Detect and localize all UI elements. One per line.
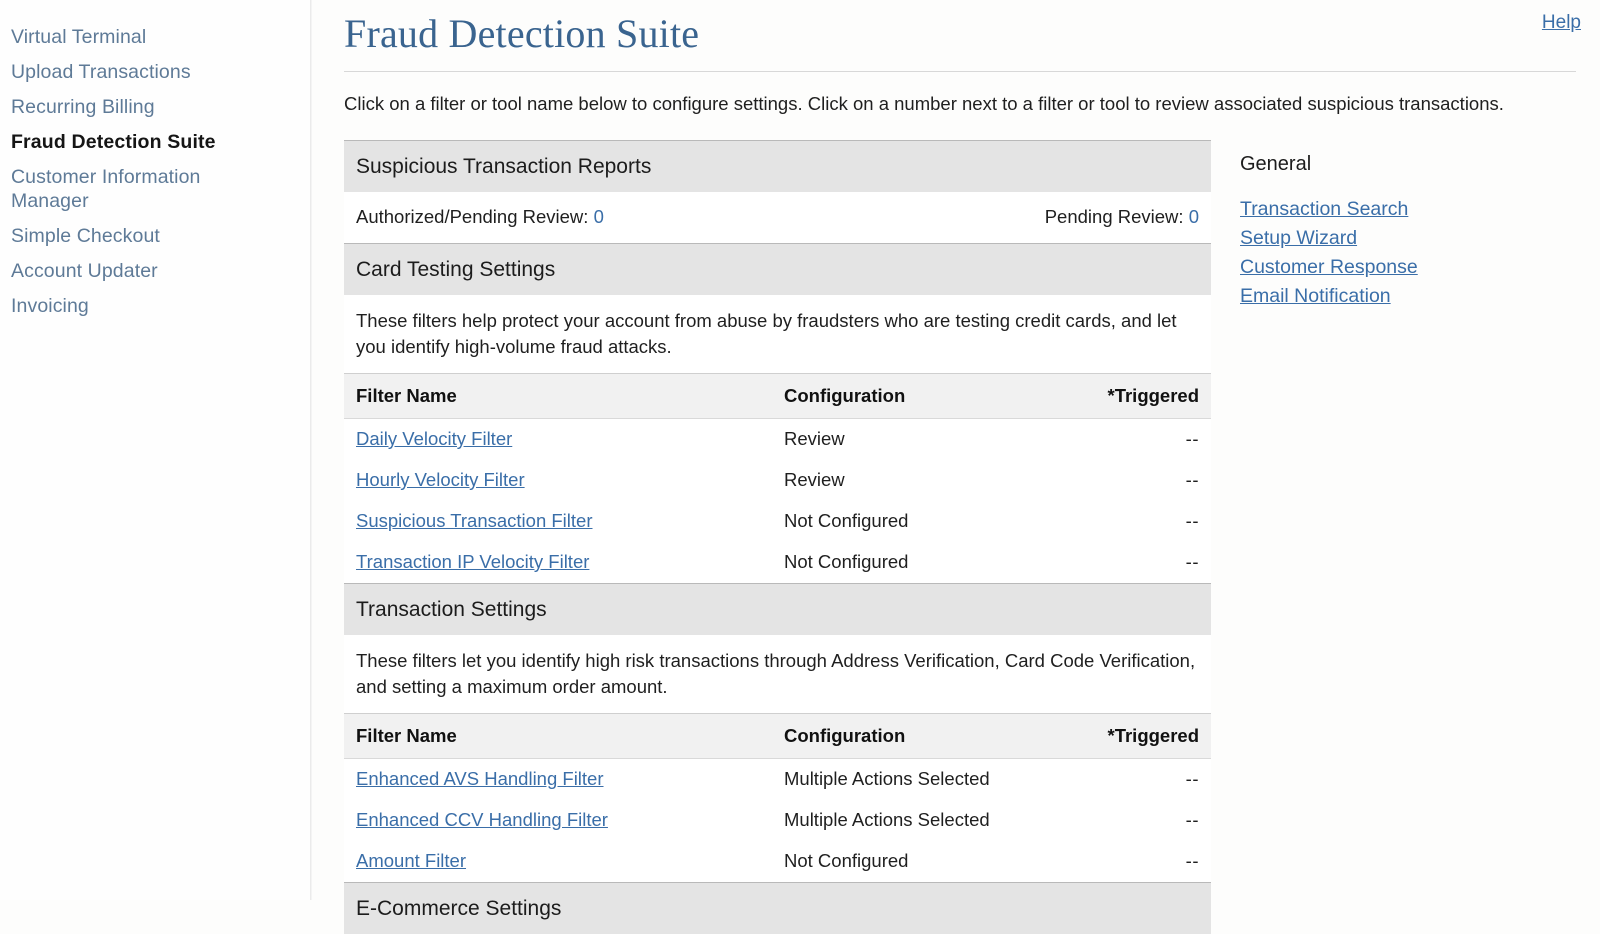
filter-link[interactable]: Suspicious Transaction Filter xyxy=(356,510,593,531)
authorized-pending-review-count[interactable]: 0 xyxy=(594,206,604,227)
column-header-filter-name: Filter Name xyxy=(344,712,776,759)
transaction-settings-filters-table: Filter Name Configuration *Triggered Enh… xyxy=(344,712,1211,882)
filter-link[interactable]: Amount Filter xyxy=(356,850,466,871)
section-header-suspicious-transaction-reports: Suspicious Transaction Reports xyxy=(344,139,1211,192)
nav-list: Virtual Terminal Upload Transactions Recur… xyxy=(0,19,310,323)
general-panel-links: Transaction Search Setup Wizard Customer R… xyxy=(1238,195,1600,311)
filter-configuration-cell: Not Configured xyxy=(776,840,1064,882)
sidebar-item-simple-checkout[interactable]: Simple Checkout xyxy=(0,218,310,253)
filter-configuration-cell: Not Configured xyxy=(776,500,1064,542)
sidebar-item-recurring-billing[interactable]: Recurring Billing xyxy=(0,89,310,124)
column-header-filter-name: Filter Name xyxy=(344,372,776,419)
filters-panel: Suspicious Transaction Reports Authorize… xyxy=(344,139,1211,934)
filter-triggered-cell: -- xyxy=(1064,418,1211,460)
table-header-row: Filter Name Configuration *Triggered xyxy=(344,372,1211,419)
general-link-email-notification[interactable]: Email Notification xyxy=(1238,282,1600,311)
help-link[interactable]: Help xyxy=(1542,12,1581,34)
filter-name-cell: Suspicious Transaction Filter xyxy=(344,500,776,542)
card-testing-filters-table: Filter Name Configuration *Triggered Dai… xyxy=(344,372,1211,583)
pending-review-label: Pending Review: xyxy=(1044,205,1184,227)
filter-link[interactable]: Hourly Velocity Filter xyxy=(356,469,525,490)
card-testing-description: These filters help protect your account … xyxy=(344,294,1211,373)
filter-link[interactable]: Daily Velocity Filter xyxy=(356,428,512,449)
table-header-row: Filter Name Configuration *Triggered xyxy=(344,712,1211,759)
filter-link[interactable]: Enhanced AVS Handling Filter xyxy=(356,768,604,789)
filter-name-cell: Hourly Velocity Filter xyxy=(344,459,776,501)
general-panel: General Transaction Search Setup Wizard Cu… xyxy=(1238,140,1600,934)
authorized-pending-review-label: Authorized/Pending Review: xyxy=(356,205,589,227)
content-columns: Suspicious Transaction Reports Authorize… xyxy=(311,139,1600,934)
fraud-detection-suite-page: Virtual Terminal Upload Transactions Recur… xyxy=(0,0,1600,934)
table-row: Enhanced CCV Handling Filter Multiple Act… xyxy=(344,799,1211,841)
filter-triggered-cell: -- xyxy=(1064,840,1211,882)
general-link-setup-wizard[interactable]: Setup Wizard xyxy=(1238,224,1600,253)
filter-configuration-cell: Review xyxy=(776,459,1064,501)
transaction-settings-table-head: Filter Name Configuration *Triggered xyxy=(344,712,1211,759)
filter-name-cell: Daily Velocity Filter xyxy=(344,418,776,460)
section-header-transaction-settings: Transaction Settings xyxy=(344,582,1211,635)
card-testing-table-body: Daily Velocity Filter Review -- Hourly Velo… xyxy=(344,418,1211,583)
column-header-triggered: *Triggered xyxy=(1064,372,1211,419)
table-row: Enhanced AVS Handling Filter Multiple Act… xyxy=(344,758,1211,800)
general-panel-heading: General xyxy=(1240,152,1312,175)
filter-triggered-cell: -- xyxy=(1064,799,1211,841)
intro-text: Click on a filter or tool name below to … xyxy=(344,93,1504,114)
filter-configuration-cell: Not Configured xyxy=(776,541,1064,583)
sidebar-item-invoicing[interactable]: Invoicing xyxy=(0,288,310,323)
filter-configuration-cell: Multiple Actions Selected xyxy=(776,758,1064,800)
filter-triggered-cell: -- xyxy=(1064,500,1211,542)
left-nav-sidebar: Virtual Terminal Upload Transactions Recur… xyxy=(0,0,311,900)
filter-name-cell: Enhanced CCV Handling Filter xyxy=(344,799,776,841)
sidebar-item-virtual-terminal[interactable]: Virtual Terminal xyxy=(0,19,310,54)
filter-name-cell: Transaction IP Velocity Filter xyxy=(344,541,776,583)
column-header-configuration: Configuration xyxy=(776,372,1064,419)
pending-review-count[interactable]: 0 xyxy=(1189,206,1199,227)
general-link-transaction-search[interactable]: Transaction Search xyxy=(1238,195,1600,224)
filter-configuration-cell: Review xyxy=(776,418,1064,460)
main-content: Help Fraud Detection Suite Click on a fi… xyxy=(311,0,1600,934)
table-row: Suspicious Transaction Filter Not Configu… xyxy=(344,500,1211,542)
page-title: Fraud Detection Suite xyxy=(344,11,700,56)
table-row: Amount Filter Not Configured -- xyxy=(344,840,1211,882)
filter-triggered-cell: -- xyxy=(1064,459,1211,501)
pending-review: Pending Review: 0 xyxy=(1045,206,1199,228)
filter-name-cell: Amount Filter xyxy=(344,840,776,882)
general-link-customer-response[interactable]: Customer Response xyxy=(1238,253,1600,282)
sidebar-item-customer-information-manager[interactable]: Customer Information Manager xyxy=(0,159,310,218)
table-row: Transaction IP Velocity Filter Not Config… xyxy=(344,541,1211,583)
column-header-configuration: Configuration xyxy=(776,712,1064,759)
filter-triggered-cell: -- xyxy=(1064,758,1211,800)
filter-name-cell: Enhanced AVS Handling Filter xyxy=(344,758,776,800)
filter-link[interactable]: Enhanced CCV Handling Filter xyxy=(356,809,608,830)
transaction-settings-description: These filters let you identify high risk… xyxy=(344,634,1211,713)
section-header-card-testing-settings: Card Testing Settings xyxy=(344,242,1211,295)
transaction-settings-table-body: Enhanced AVS Handling Filter Multiple Act… xyxy=(344,758,1211,882)
sidebar-item-upload-transactions[interactable]: Upload Transactions xyxy=(0,54,310,89)
filter-triggered-cell: -- xyxy=(1064,541,1211,583)
sidebar-item-account-updater[interactable]: Account Updater xyxy=(0,253,310,288)
title-divider xyxy=(344,71,1576,72)
sidebar-item-fraud-detection-suite[interactable]: Fraud Detection Suite xyxy=(0,124,310,159)
table-row: Hourly Velocity Filter Review -- xyxy=(344,459,1211,501)
suspicious-reports-summary: Authorized/Pending Review: 0 Pending Rev… xyxy=(344,191,1211,243)
filter-configuration-cell: Multiple Actions Selected xyxy=(776,799,1064,841)
table-row: Daily Velocity Filter Review -- xyxy=(344,418,1211,460)
filter-link[interactable]: Transaction IP Velocity Filter xyxy=(356,551,589,572)
section-header-e-commerce-settings: E-Commerce Settings xyxy=(344,881,1211,934)
card-testing-table-head: Filter Name Configuration *Triggered xyxy=(344,372,1211,419)
column-header-triggered: *Triggered xyxy=(1064,712,1211,759)
authorized-pending-review: Authorized/Pending Review: 0 xyxy=(356,206,604,228)
